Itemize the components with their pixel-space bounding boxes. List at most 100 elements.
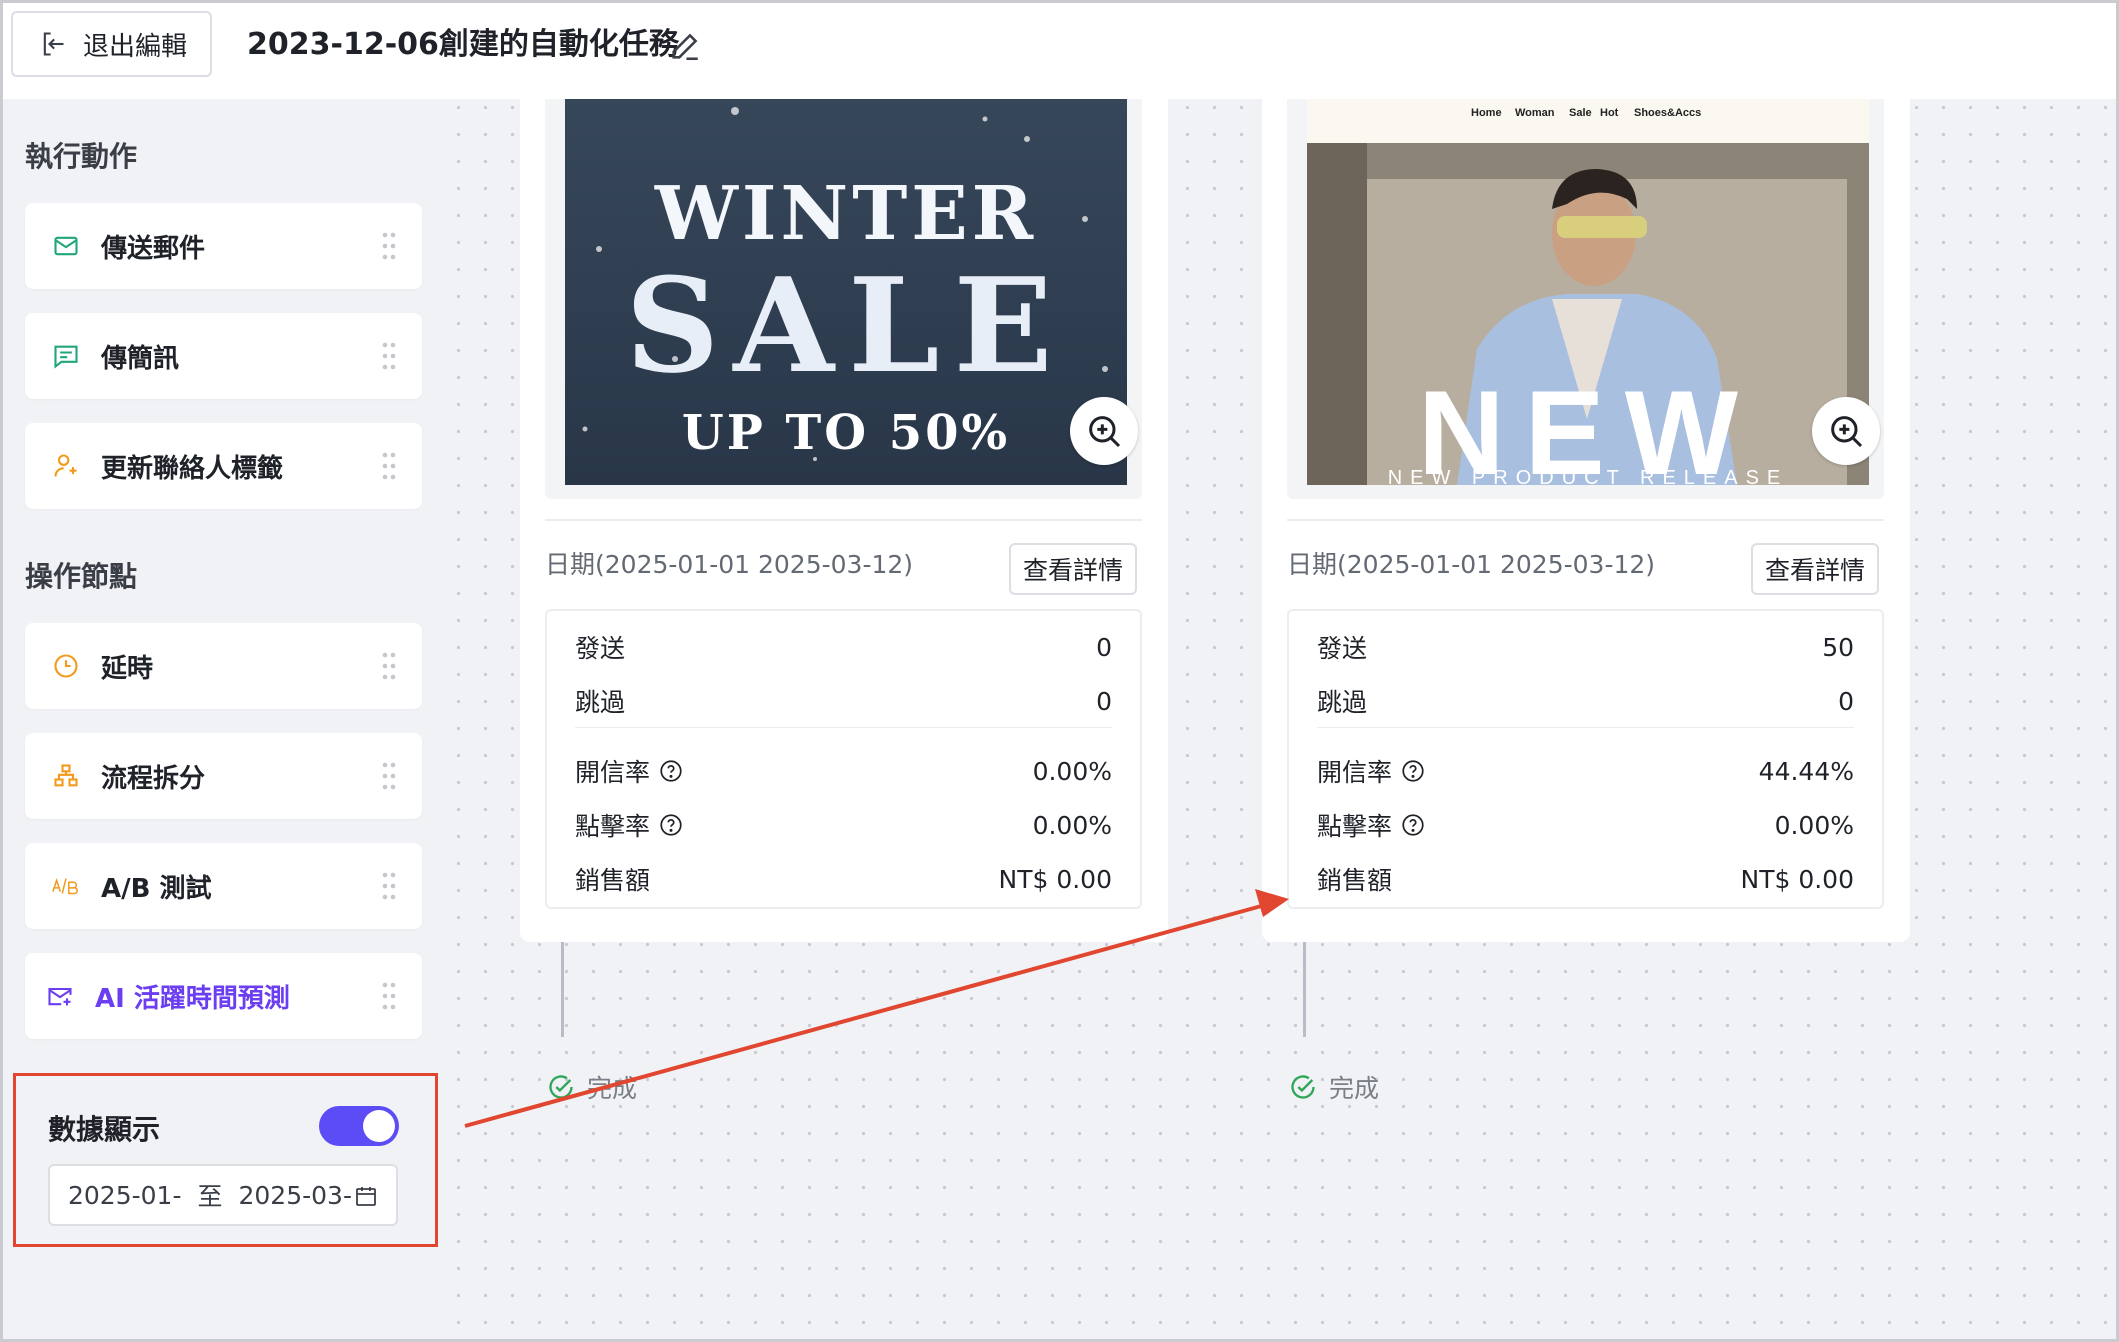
drag-handle-icon[interactable] [382, 451, 396, 481]
view-details-button[interactable]: 查看詳情 [1009, 543, 1137, 595]
sidebar-item-label: 更新聯絡人標籤 [101, 453, 284, 484]
card-date-range: 日期(2025-01-01 2025-03-12) [545, 550, 914, 579]
split-icon [51, 761, 81, 791]
check-circle-icon [549, 1075, 573, 1099]
zoom-in-icon [1831, 416, 1863, 448]
stat-value: 0.00% [1774, 810, 1854, 840]
ai-mail-icon [45, 981, 75, 1011]
stats-panel: 發送 50 跳過 0 開信率 44.44% 點擊率 0.00% 銷售額 NT$ … [1287, 609, 1884, 909]
banner-line1: WINTER [654, 171, 1037, 257]
stat-value: 44.44% [1758, 756, 1854, 786]
data-display-panel: 數據顯示 2025-01- 至 2025-03- [13, 1073, 438, 1247]
status-complete: 完成 [547, 1069, 637, 1105]
stat-row-sent: 發送 50 [1317, 627, 1854, 667]
stats-divider [575, 727, 1112, 728]
stat-label: 發送 [1317, 634, 1368, 663]
card-date-range: 日期(2025-01-01 2025-03-12) [1287, 550, 1656, 579]
stat-row-sales: 銷售額 NT$ 0.00 [575, 859, 1112, 899]
email-preview-image: WINTER SALE UP TO 50% [565, 99, 1127, 485]
stat-label: 跳過 [575, 688, 626, 717]
sidebar-item-update-contact-tag[interactable]: 更新聯絡人標籤 [25, 423, 422, 509]
drag-handle-icon[interactable] [382, 231, 396, 261]
nodes-section-title: 操作節點 [25, 560, 138, 593]
stat-label: 發送 [575, 634, 626, 663]
check-circle-icon [1291, 1075, 1315, 1099]
sidebar-item-send-email[interactable]: 傳送郵件 [25, 203, 422, 289]
actions-section-title: 執行動作 [25, 140, 138, 173]
exit-edit-label: 退出編輯 [83, 31, 188, 62]
email-preview-image: Home Woman Sale Hot Shoes&Accs NEW NEW P… [1307, 99, 1869, 485]
stat-value: 0 [1096, 632, 1112, 662]
page-title: 2023-12-06創建的自動化任務 [247, 27, 679, 62]
sidebar-item-label: 傳簡訊 [101, 343, 180, 374]
top-header: 退出編輯 2023-12-06創建的自動化任務 [3, 3, 2116, 99]
date-range-separator: 至 [197, 1182, 223, 1211]
help-icon[interactable] [1400, 812, 1426, 838]
help-icon[interactable] [658, 812, 684, 838]
sidebar-item-label: 延時 [101, 653, 154, 684]
stat-value: NT$ 0.00 [998, 864, 1113, 894]
sidebar-item-flow-split[interactable]: 流程拆分 [25, 733, 422, 819]
stat-row-skipped: 跳過 0 [1317, 681, 1854, 721]
mail-icon [51, 231, 81, 261]
drag-handle-icon[interactable] [382, 761, 396, 791]
banner-nav-item: Hot [1600, 107, 1619, 119]
card-divider [545, 519, 1142, 521]
drag-handle-icon[interactable] [382, 341, 396, 371]
calendar-icon [356, 1187, 376, 1206]
edit-title-icon[interactable] [668, 29, 702, 63]
stat-label: 銷售額 [1317, 866, 1393, 895]
email-node-card[interactable]: Home Woman Sale Hot Shoes&Accs NEW NEW P… [1262, 99, 1910, 942]
sidebar-item-ai-active-time[interactable]: AI 活躍時間預測 [25, 953, 422, 1039]
help-icon[interactable] [658, 758, 684, 784]
drag-handle-icon[interactable] [382, 651, 396, 681]
banner-line2: SALE [625, 249, 1066, 402]
banner-caption: NEW PRODUCT RELEASE [1388, 467, 1789, 485]
status-label: 完成 [587, 1074, 638, 1103]
toggle-knob [363, 1110, 395, 1142]
zoom-preview-button[interactable] [1812, 397, 1880, 465]
banner-nav-item: Sale [1569, 107, 1592, 119]
clock-icon [51, 651, 81, 681]
user-tag-icon [51, 451, 81, 481]
stat-row-sales: 銷售額 NT$ 0.00 [1317, 859, 1854, 899]
app-frame: 退出編輯 2023-12-06創建的自動化任務 執行動作 傳送郵件 傳簡訊 更新… [0, 0, 2119, 1342]
stat-label: 跳過 [1317, 688, 1368, 717]
stat-row-sent: 發送 0 [575, 627, 1112, 667]
sidebar-item-label: AI 活躍時間預測 [95, 983, 290, 1014]
sidebar-item-ab-test[interactable]: A/B 測試 [25, 843, 422, 929]
stat-value: 0.00% [1032, 810, 1112, 840]
banner-line3: UP TO 50% [682, 405, 1010, 461]
zoom-preview-button[interactable] [1070, 397, 1138, 465]
drag-handle-icon[interactable] [382, 871, 396, 901]
stat-value: 0.00% [1032, 756, 1112, 786]
message-icon [51, 341, 81, 371]
sidebar-item-label: A/B 測試 [101, 873, 212, 904]
data-display-toggle[interactable] [319, 1106, 399, 1146]
stat-row-skipped: 跳過 0 [575, 681, 1112, 721]
date-range-picker[interactable]: 2025-01- 至 2025-03- [48, 1164, 398, 1226]
date-range-start: 2025-01- [68, 1180, 182, 1210]
card-divider [1287, 519, 1884, 521]
exit-icon [43, 32, 64, 56]
exit-edit-button[interactable]: 退出編輯 [11, 11, 212, 77]
winter-sale-banner: WINTER SALE UP TO 50% [582, 107, 1108, 461]
date-range-end: 2025-03- [238, 1180, 352, 1210]
view-details-button[interactable]: 查看詳情 [1751, 543, 1879, 595]
sidebar-item-delay[interactable]: 延時 [25, 623, 422, 709]
status-label: 完成 [1329, 1074, 1380, 1103]
stat-row-click-rate: 點擊率 0.00% [1317, 805, 1854, 845]
stat-label: 開信率 [575, 758, 651, 787]
banner-nav-item: Woman [1515, 107, 1555, 119]
email-node-card[interactable]: WINTER SALE UP TO 50% 日期(2025-01-01 2025… [520, 99, 1168, 942]
sidebar-item-send-sms[interactable]: 傳簡訊 [25, 313, 422, 399]
drag-handle-icon[interactable] [382, 981, 396, 1011]
banner-nav-item: Home [1471, 107, 1502, 119]
stat-label: 點擊率 [1317, 812, 1393, 841]
sidebar-item-label: 流程拆分 [101, 763, 206, 794]
stats-panel: 發送 0 跳過 0 開信率 0.00% 點擊率 0.00% 銷售額 NT$ 0.… [545, 609, 1142, 909]
stat-row-open-rate: 開信率 44.44% [1317, 751, 1854, 791]
stat-label: 點擊率 [575, 812, 651, 841]
help-icon[interactable] [1400, 758, 1426, 784]
stat-row-click-rate: 點擊率 0.00% [575, 805, 1112, 845]
